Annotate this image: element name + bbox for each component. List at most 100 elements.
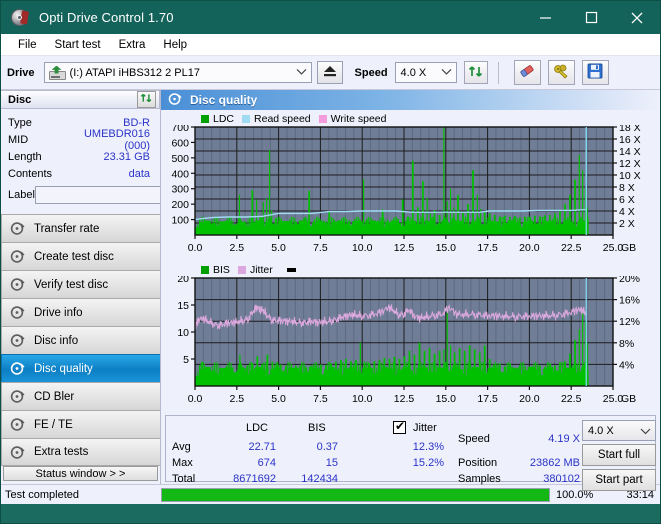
jitter-checkbox[interactable] <box>393 419 406 434</box>
stats-avg-bis: 0.37 <box>316 441 338 453</box>
eject-button[interactable] <box>316 61 343 84</box>
disc-key-contents: Contents <box>8 167 53 180</box>
disc-test-icon <box>10 389 25 404</box>
position-stat-label: Position <box>458 457 498 469</box>
minimize-button[interactable] <box>522 1 568 34</box>
sidebar: Disc Type BD-R MID UMEBDR016 (000) Lengt… <box>1 90 238 484</box>
legend-bottom: BIS Jitter <box>165 263 656 276</box>
sidebar-item-create-test-disc[interactable]: Create test disc <box>1 242 160 270</box>
disc-panel-title: Disc <box>8 93 32 106</box>
legend-label-jitter: Jitter <box>249 263 273 276</box>
content-title: Disc quality <box>190 93 258 107</box>
svg-text:GB: GB <box>621 393 636 405</box>
speed-stat-label: Speed <box>458 433 490 445</box>
disc-row-contents: Contents data <box>8 165 154 182</box>
app-window: Opti Drive Control 1.70 File Start test … <box>0 0 661 524</box>
disc-row-mid: MID UMEBDR016 (000) <box>8 128 154 152</box>
stats-col-bis: BIS <box>308 422 326 434</box>
legend-label-bis: BIS <box>213 263 230 276</box>
speed-select-value: 4.0 X <box>400 66 427 79</box>
disc-test-icon <box>10 361 25 376</box>
svg-text:12 X: 12 X <box>619 158 641 170</box>
drive-select[interactable]: (I:) ATAPI iHBS312 2 PL17 <box>43 62 312 83</box>
sidebar-item-fe-te[interactable]: FE / TE <box>1 410 160 438</box>
sidebar-label: Disc info <box>34 334 79 347</box>
result-speed-select[interactable]: 4.0 X <box>582 420 656 441</box>
nav-list: Transfer rate Create test disc Verify te… <box>1 214 160 466</box>
sidebar-label: CD Bler <box>34 390 75 403</box>
sidebar-item-extra-tests[interactable]: Extra tests <box>1 438 160 466</box>
chevron-down-icon <box>441 66 452 78</box>
close-button[interactable] <box>614 1 660 34</box>
disc-key-type: Type <box>8 116 32 129</box>
sidebar-item-drive-info[interactable]: Drive info <box>1 298 160 326</box>
menu-bar: File Start test Extra Help <box>1 34 660 56</box>
disc-value-length: 23.31 GB <box>103 150 150 163</box>
svg-text:10.0: 10.0 <box>352 393 373 405</box>
content-header: Disc quality <box>161 90 660 110</box>
position-stat-value: 23862 MB <box>529 457 580 469</box>
stats-col-ldc: LDC <box>246 422 269 434</box>
save-button[interactable] <box>581 60 609 85</box>
sidebar-label: Create test disc <box>34 250 114 263</box>
speed-select[interactable]: 4.0 X <box>394 62 457 83</box>
start-full-button[interactable]: Start full <box>582 444 656 466</box>
legend-swatch-jitter <box>237 265 246 274</box>
disc-row-length: Length 23.31 GB <box>8 148 154 165</box>
svg-text:200: 200 <box>171 199 189 211</box>
disc-label-key: Label <box>8 189 35 201</box>
stats-total-ldc: 8671692 <box>233 473 276 485</box>
eject-icon <box>323 65 337 80</box>
disc-test-icon <box>10 277 25 292</box>
refresh-speed-button[interactable] <box>463 61 488 84</box>
svg-text:15: 15 <box>177 300 189 312</box>
disc-label-row: Label <box>8 185 238 205</box>
disc-refresh-button[interactable] <box>137 91 156 108</box>
sidebar-label: Transfer rate <box>34 222 100 235</box>
jitter-label: Jitter <box>413 422 437 434</box>
sidebar-item-transfer-rate[interactable]: Transfer rate <box>1 214 160 242</box>
sidebar-item-cd-bler[interactable]: CD Bler <box>1 382 160 410</box>
sidebar-item-verify-test-disc[interactable]: Verify test disc <box>1 270 160 298</box>
chevron-down-icon <box>296 66 307 78</box>
svg-text:8 X: 8 X <box>619 182 635 194</box>
ldc-chart: 100 200 300 400 500 600 700 2 X4 X6 X8 X 10 X 12 … <box>165 125 656 263</box>
legend-swatch-bis <box>201 265 209 274</box>
start-full-label: Start full <box>597 449 641 461</box>
svg-text:20: 20 <box>177 276 189 285</box>
stats-max-ldc: 674 <box>257 457 276 469</box>
sidebar-item-disc-quality[interactable]: Disc quality <box>1 354 160 382</box>
stats-row-label-total: Total <box>172 473 196 485</box>
sidebar-item-disc-info[interactable]: Disc info <box>1 326 160 354</box>
svg-text:6 X: 6 X <box>619 194 635 206</box>
svg-text:5: 5 <box>183 354 189 366</box>
svg-text:0.0: 0.0 <box>188 242 203 254</box>
status-window-button[interactable]: Status window > > <box>3 466 158 481</box>
start-part-button[interactable]: Start part <box>582 469 656 491</box>
svg-text:10.0: 10.0 <box>352 242 373 254</box>
menu-item-help[interactable]: Help <box>154 37 196 53</box>
refresh-icon <box>140 92 153 107</box>
svg-text:0.0: 0.0 <box>188 393 203 405</box>
menu-item-extra[interactable]: Extra <box>110 37 155 53</box>
legend-swatch-read-speed <box>242 114 251 123</box>
erase-button[interactable] <box>513 60 541 85</box>
progress-fill <box>162 488 549 501</box>
keys-button[interactable] <box>547 60 575 85</box>
maximize-button[interactable] <box>568 1 614 34</box>
svg-text:22.5: 22.5 <box>561 393 582 405</box>
drive-select-value: (I:) ATAPI iHBS312 2 PL17 <box>69 66 200 79</box>
svg-text:7.5: 7.5 <box>313 393 328 405</box>
disc-test-icon <box>10 417 25 432</box>
menu-item-file[interactable]: File <box>9 37 46 53</box>
refresh-icon <box>468 64 484 82</box>
svg-text:5.0: 5.0 <box>271 393 286 405</box>
legend-top: LDC Read speed Write speed <box>165 112 656 125</box>
menu-item-start-test[interactable]: Start test <box>46 37 110 53</box>
svg-text:5.0: 5.0 <box>271 242 286 254</box>
legend-swatch-write-speed <box>318 114 327 123</box>
svg-text:18 X: 18 X <box>619 125 641 134</box>
toolbar-divider <box>497 61 499 84</box>
svg-text:2 X: 2 X <box>619 218 635 230</box>
svg-text:17.5: 17.5 <box>477 393 498 405</box>
